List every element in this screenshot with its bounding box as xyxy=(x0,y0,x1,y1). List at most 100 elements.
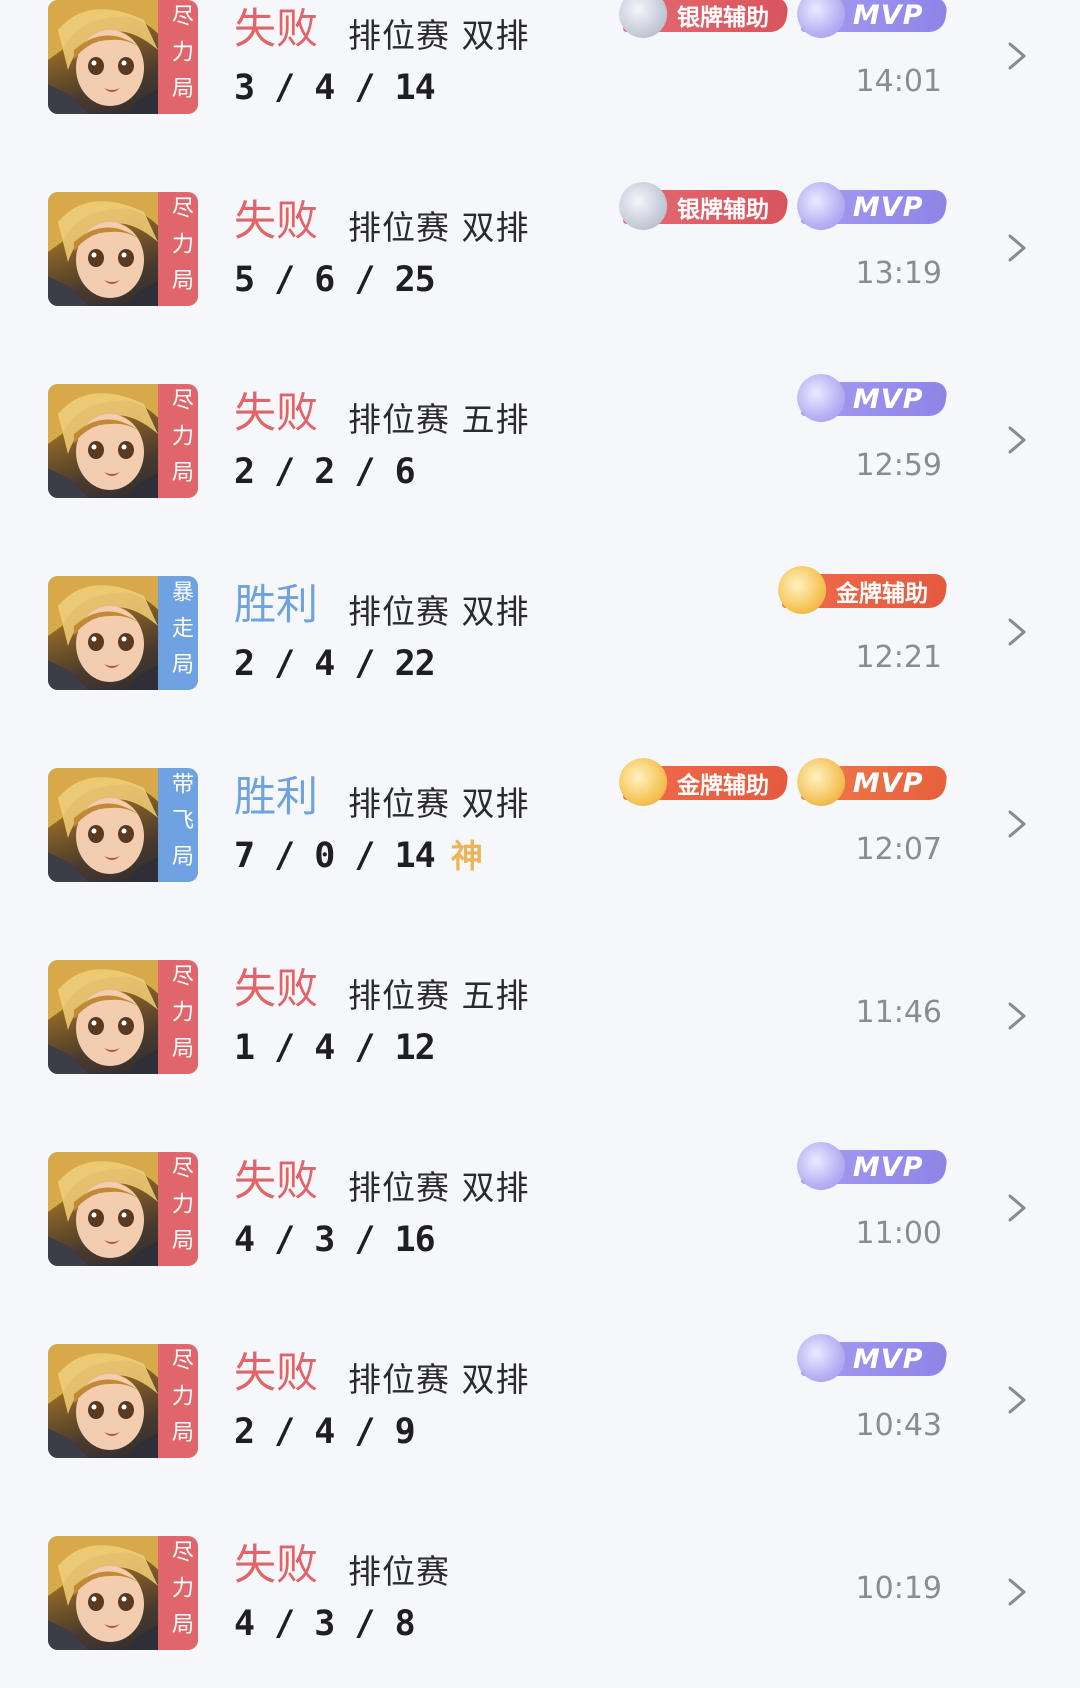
hero-avatar-block: 尽力局 xyxy=(48,384,198,498)
chevron-right-icon[interactable] xyxy=(1004,1188,1030,1228)
match-row[interactable]: 尽力局 失败 排位赛 五排 2 / 2 / 6 MVP 12:59 xyxy=(0,344,1080,536)
chevron-right-icon[interactable] xyxy=(1004,36,1030,76)
match-performance-tag: 尽力局 xyxy=(158,384,198,498)
kda-stats: 4 / 3 / 16 xyxy=(234,1218,436,1262)
silver-support-badge: 银牌辅助 xyxy=(619,0,790,38)
match-time: 14:01 xyxy=(855,64,942,99)
badge-label: 金牌辅助 xyxy=(677,773,770,799)
gold-support-badge: 金牌辅助 xyxy=(619,758,790,806)
match-result: 失败 xyxy=(234,1156,319,1205)
match-mode: 排位赛 五排 xyxy=(348,976,530,1015)
badge-label: MVP xyxy=(853,767,924,799)
hero-avatar-block: 尽力局 xyxy=(48,1536,198,1650)
silver-support-badge: 银牌辅助 xyxy=(619,182,790,230)
hero-avatar xyxy=(48,1536,164,1650)
match-mode: 排位赛 双排 xyxy=(348,784,530,823)
chevron-right-icon[interactable] xyxy=(1004,420,1030,460)
match-result: 失败 xyxy=(234,388,319,437)
spade-medal-icon xyxy=(778,566,827,614)
match-time: 10:19 xyxy=(855,1571,942,1606)
hero-avatar-block: 尽力局 xyxy=(48,192,198,306)
match-mode: 排位赛 五排 xyxy=(348,400,530,439)
kda-value: 7 / 0 / 14 xyxy=(234,836,436,876)
match-row[interactable]: 尽力局 失败 排位赛 双排 5 / 6 / 25 银牌辅助 MVP 13:19 xyxy=(0,152,1080,344)
chevron-right-icon[interactable] xyxy=(1004,228,1030,268)
match-row[interactable]: 暴走局 胜利 排位赛 双排 2 / 4 / 22 金牌辅助 12:21 xyxy=(0,536,1080,728)
match-row[interactable]: 尽力局 失败 排位赛 双排 4 / 3 / 16 MVP 11:00 xyxy=(0,1112,1080,1304)
hero-avatar xyxy=(48,576,164,690)
trophy-icon xyxy=(797,182,846,230)
achievement-badges: 金牌辅助 xyxy=(778,566,949,614)
match-result: 失败 xyxy=(234,4,319,53)
kda-stats: 2 / 4 / 9 xyxy=(234,1410,416,1454)
kda-value: 2 / 4 / 22 xyxy=(234,644,436,684)
match-result: 胜利 xyxy=(234,580,319,629)
gold-support-badge: 金牌辅助 xyxy=(778,566,949,614)
match-performance-tag: 尽力局 xyxy=(158,960,198,1074)
chevron-right-icon[interactable] xyxy=(1004,1380,1030,1420)
kda-value: 2 / 4 / 9 xyxy=(234,1412,416,1452)
kda-value: 5 / 6 / 25 xyxy=(234,260,436,300)
match-mode: 排位赛 xyxy=(348,1552,450,1591)
match-result: 失败 xyxy=(234,1540,319,1589)
kda-stats: 5 / 6 / 25 xyxy=(234,258,436,302)
kda-stats: 2 / 4 / 22 xyxy=(234,642,436,686)
kda-value: 4 / 3 / 8 xyxy=(234,1604,416,1644)
chevron-right-icon[interactable] xyxy=(1004,612,1030,652)
match-performance-tag: 尽力局 xyxy=(158,1536,198,1650)
hero-avatar-block: 暴走局 xyxy=(48,576,198,690)
hero-avatar-block: 带飞局 xyxy=(48,768,198,882)
hero-avatar xyxy=(48,384,164,498)
match-result: 胜利 xyxy=(234,772,319,821)
chevron-right-icon[interactable] xyxy=(1004,996,1030,1036)
match-row[interactable]: 尽力局 失败 排位赛 双排 3 / 4 / 14 银牌辅助 MVP 14:01 xyxy=(0,0,1080,152)
match-performance-tag: 尽力局 xyxy=(158,1152,198,1266)
spade-medal-icon xyxy=(619,182,668,230)
trophy-icon xyxy=(797,374,846,422)
match-time: 11:00 xyxy=(855,1216,942,1251)
match-time: 11:46 xyxy=(855,995,942,1030)
match-row[interactable]: 尽力局 失败 排位赛 五排 1 / 4 / 12 11:46 xyxy=(0,920,1080,1112)
kda-stats: 4 / 3 / 8 xyxy=(234,1602,416,1646)
badge-label: MVP xyxy=(853,191,924,223)
kda-stats: 2 / 2 / 6 xyxy=(234,450,416,494)
achievement-badges: 金牌辅助 MVP xyxy=(619,758,949,806)
chevron-right-icon[interactable] xyxy=(1004,804,1030,844)
kda-stats: 1 / 4 / 12 xyxy=(234,1026,436,1070)
match-performance-tag: 暴走局 xyxy=(158,576,198,690)
kda-stats: 3 / 4 / 14 xyxy=(234,66,436,110)
match-mode: 排位赛 双排 xyxy=(348,1168,530,1207)
mvp-badge: MVP xyxy=(797,374,949,422)
hero-avatar xyxy=(48,1152,164,1266)
match-row[interactable]: 尽力局 失败 排位赛 4 / 3 / 8 10:19 xyxy=(0,1496,1080,1688)
match-history-list: 尽力局 失败 排位赛 双排 3 / 4 / 14 银牌辅助 MVP 14:01 xyxy=(0,0,1080,1688)
kda-value: 1 / 4 / 12 xyxy=(234,1028,436,1068)
match-mode: 排位赛 双排 xyxy=(348,1360,530,1399)
achievement-badges: MVP xyxy=(797,1334,949,1382)
achievement-badges: MVP xyxy=(797,1142,949,1190)
match-time: 13:19 xyxy=(855,256,942,291)
hero-avatar xyxy=(48,0,164,114)
spade-medal-icon xyxy=(619,0,668,38)
match-row[interactable]: 尽力局 失败 排位赛 双排 2 / 4 / 9 MVP 10:43 xyxy=(0,1304,1080,1496)
match-mode: 排位赛 双排 xyxy=(348,16,530,55)
match-row[interactable]: 带飞局 胜利 排位赛 双排 7 / 0 / 14 神 金牌辅助 MVP 12:07 xyxy=(0,728,1080,920)
mvp-badge: MVP xyxy=(797,0,949,38)
match-time: 12:59 xyxy=(855,448,942,483)
kda-value: 4 / 3 / 16 xyxy=(234,1220,436,1260)
hero-avatar-block: 尽力局 xyxy=(48,0,198,114)
mvp-badge: MVP xyxy=(797,1334,949,1382)
match-result: 失败 xyxy=(234,196,319,245)
trophy-icon xyxy=(797,0,846,38)
hero-avatar xyxy=(48,192,164,306)
badge-label: MVP xyxy=(853,383,924,415)
hero-avatar-block: 尽力局 xyxy=(48,960,198,1074)
match-result: 失败 xyxy=(234,964,319,1013)
hero-avatar xyxy=(48,768,164,882)
hero-avatar-block: 尽力局 xyxy=(48,1152,198,1266)
kda-value: 3 / 4 / 14 xyxy=(234,68,436,108)
mvp-badge: MVP xyxy=(797,1142,949,1190)
chevron-right-icon[interactable] xyxy=(1004,1572,1030,1612)
badge-label: MVP xyxy=(853,0,924,31)
hero-avatar xyxy=(48,960,164,1074)
